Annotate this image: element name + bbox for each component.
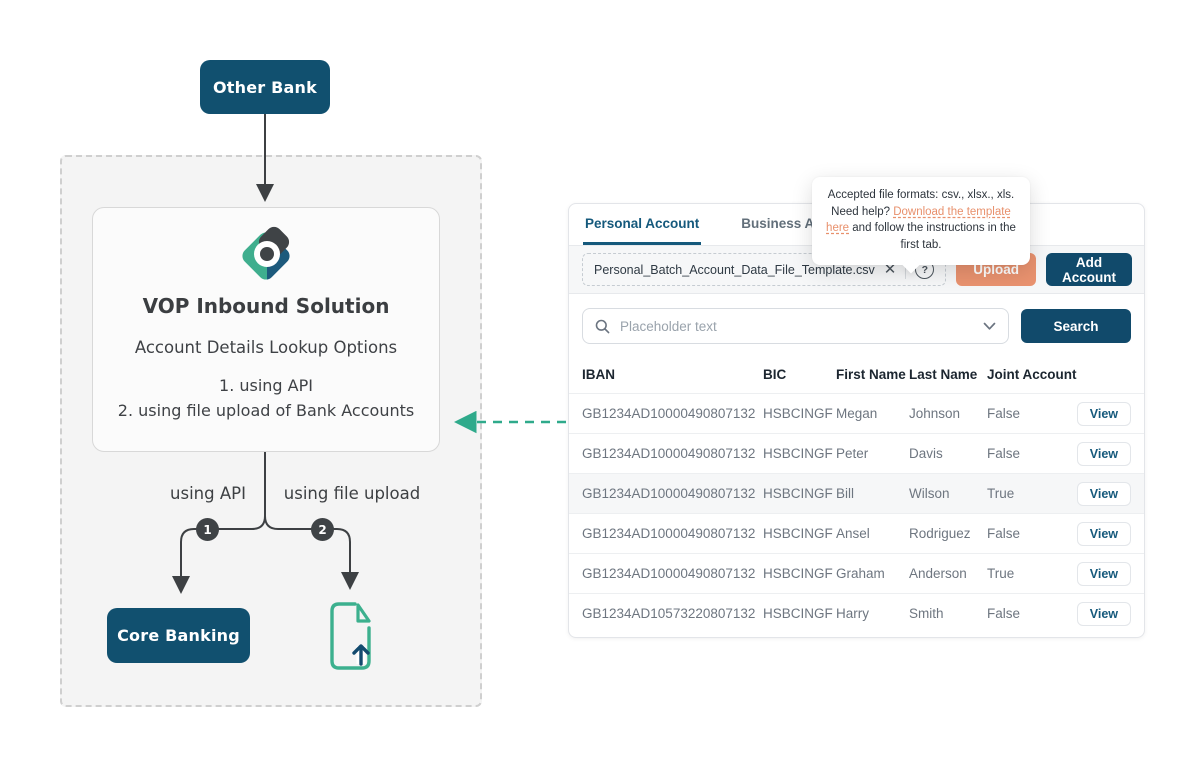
search-field[interactable] [582,308,1009,344]
header-first-name: First Name [836,367,909,382]
accounts-panel: Personal Account Business Account Person… [568,203,1145,638]
cell-bic: HSBCINGF [763,526,836,541]
cell-last-name: Anderson [909,566,987,581]
cell-joint-account: True [987,566,1083,581]
table-row: GB1234AD10000490807132 HSBCINGF Megan Jo… [569,393,1144,433]
cell-bic: HSBCINGF [763,446,836,461]
view-button[interactable]: View [1077,442,1131,466]
other-bank-label: Other Bank [213,78,317,97]
view-button[interactable]: View [1077,482,1131,506]
table-row: GB1234AD10573220807132 HSBCINGF Harry Sm… [569,593,1144,633]
search-button[interactable]: Search [1021,309,1131,343]
branch-label-file-upload: using file upload [278,484,426,503]
cell-iban: GB1234AD10000490807132 [582,566,763,581]
branch-label-api: using API [158,484,258,503]
cell-bic: HSBCINGF [763,406,836,421]
tab-personal-account[interactable]: Personal Account [583,204,701,245]
table-row: GB1234AD10000490807132 HSBCINGF Graham A… [569,553,1144,593]
cell-last-name: Wilson [909,486,987,501]
table-body: GB1234AD10000490807132 HSBCINGF Megan Jo… [569,393,1144,633]
cell-first-name: Ansel [836,526,909,541]
cell-iban: GB1234AD10000490807132 [582,486,763,501]
add-account-button[interactable]: Add Account [1046,253,1132,286]
view-button[interactable]: View [1077,402,1131,426]
cell-last-name: Smith [909,606,987,621]
badge-2: 2 [311,518,334,541]
vop-logo-icon [238,226,294,282]
view-button[interactable]: View [1077,602,1131,626]
cell-joint-account: False [987,606,1083,621]
tooltip-text-after: and follow the instructions in the first… [849,222,1016,251]
search-input[interactable] [618,318,975,335]
cell-joint-account: True [987,486,1083,501]
accounts-table: IBAN BIC First Name Last Name Joint Acco… [569,356,1144,633]
solution-option-2: 2. using file upload of Bank Accounts [118,398,414,423]
cell-first-name: Peter [836,446,909,461]
solution-option-1: 1. using API [118,373,414,398]
header-last-name: Last Name [909,367,987,382]
solution-subtitle: Account Details Lookup Options [135,338,397,357]
cell-first-name: Megan [836,406,909,421]
search-row: Search [569,294,1144,356]
header-joint-account: Joint Account [987,367,1083,382]
header-iban: IBAN [582,367,763,382]
table-header: IBAN BIC First Name Last Name Joint Acco… [569,356,1144,393]
cell-joint-account: False [987,526,1083,541]
view-button[interactable]: View [1077,522,1131,546]
cell-iban: GB1234AD10000490807132 [582,526,763,541]
cell-joint-account: False [987,406,1083,421]
table-row: GB1234AD10000490807132 HSBCINGF Bill Wil… [569,473,1144,513]
cell-last-name: Rodriguez [909,526,987,541]
core-banking-node[interactable]: Core Banking [107,608,250,663]
cell-iban: GB1234AD10000490807132 [582,446,763,461]
search-icon [595,319,610,334]
core-banking-label: Core Banking [117,626,240,645]
cell-bic: HSBCINGF [763,566,836,581]
cell-first-name: Bill [836,486,909,501]
file-upload-icon [325,598,375,674]
badge-1: 1 [196,518,219,541]
cell-joint-account: False [987,446,1083,461]
solution-title: VOP Inbound Solution [143,294,390,318]
cell-bic: HSBCINGF [763,606,836,621]
cell-last-name: Johnson [909,406,987,421]
cell-first-name: Graham [836,566,909,581]
view-button[interactable]: View [1077,562,1131,586]
header-bic: BIC [763,367,836,382]
cell-first-name: Harry [836,606,909,621]
cell-bic: HSBCINGF [763,486,836,501]
file-format-tooltip: Accepted file formats: csv., xlsx., xls.… [812,177,1030,265]
table-row: GB1234AD10000490807132 HSBCINGF Ansel Ro… [569,513,1144,553]
chevron-down-icon[interactable] [983,322,996,331]
other-bank-node[interactable]: Other Bank [200,60,330,114]
cell-iban: GB1234AD10573220807132 [582,606,763,621]
table-row: GB1234AD10000490807132 HSBCINGF Peter Da… [569,433,1144,473]
cell-last-name: Davis [909,446,987,461]
vop-solution-card: VOP Inbound Solution Account Details Loo… [92,207,440,452]
cell-iban: GB1234AD10000490807132 [582,406,763,421]
